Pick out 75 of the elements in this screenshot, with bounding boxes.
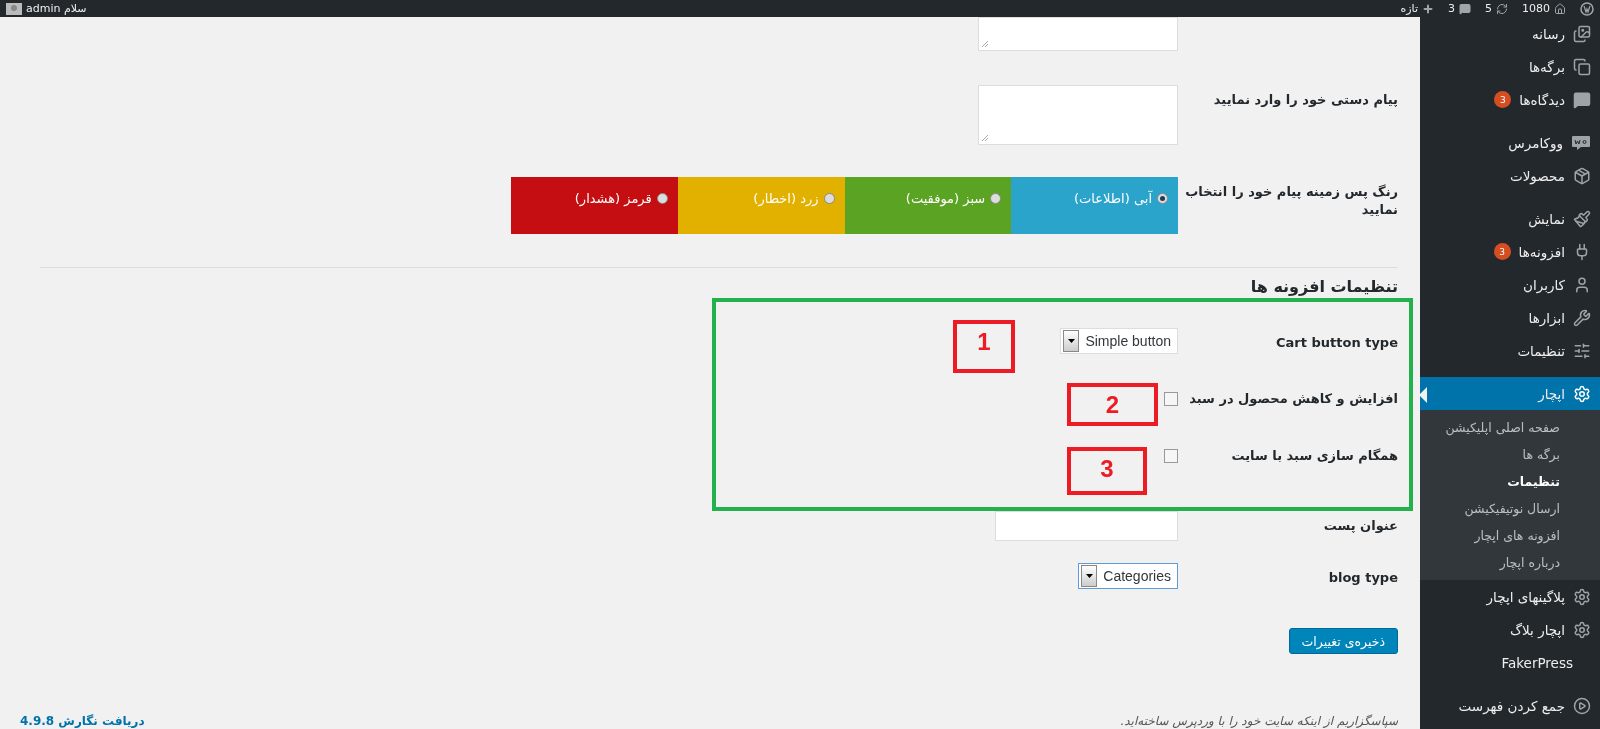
woo-bubble-icon	[1571, 134, 1591, 151]
pages-icon	[1573, 57, 1591, 76]
sliders-icon	[1573, 341, 1591, 360]
save-button[interactable]: ذخیره‌ی تغییرات	[1288, 628, 1398, 655]
count-badge: 3	[1494, 91, 1512, 108]
site-link[interactable]: 1080	[1522, 2, 1566, 15]
submenu-item[interactable]: افزونه های اپچار	[1420, 522, 1600, 549]
menu-item[interactable]: پلاگینهای اپچار	[1420, 580, 1600, 613]
speech-bubble-icon	[1573, 90, 1591, 109]
new-link[interactable]: تازه	[1400, 2, 1434, 15]
field-label: عنوان پست	[1322, 517, 1398, 536]
menu-item[interactable]: ووکامرس	[1420, 126, 1600, 159]
submenu-item[interactable]: ارسال نوتیفیکیشن	[1420, 495, 1600, 522]
submenu-item[interactable]: درباره اپچار	[1420, 549, 1600, 576]
field-label: رنگ پس زمینه پیام خود را انتخاب نمایید	[1184, 183, 1398, 220]
blog-type-select[interactable]: Categories	[1078, 563, 1178, 590]
play-circle-icon	[1573, 696, 1591, 715]
field-label: پیام دستی خود را وارد نمایید	[1212, 91, 1398, 110]
textarea-field[interactable]	[978, 17, 1178, 51]
submenu-item[interactable]: صفحه اصلی اپلیکیشن	[1420, 414, 1600, 441]
refresh-icon	[1496, 2, 1508, 15]
field-label: Cart button type	[1275, 334, 1398, 352]
menu-item[interactable]: کاربران	[1420, 268, 1600, 301]
field-label: افزایش و کاهش محصول در سبد	[1188, 390, 1398, 408]
post-title-field[interactable]	[995, 511, 1178, 542]
message-textarea[interactable]	[978, 85, 1178, 145]
paintbrush-icon	[1573, 209, 1591, 228]
count-badge: 3	[1493, 243, 1511, 260]
field-label: blog type	[1327, 569, 1398, 588]
settings-icon	[1573, 587, 1591, 606]
menu-item[interactable]: اپچار	[1420, 377, 1600, 410]
field-label: همگام سازی سبد با سایت	[1230, 447, 1398, 466]
resize-grip-icon	[982, 41, 988, 47]
box-icon	[1573, 166, 1591, 185]
radio-button[interactable]	[656, 193, 668, 204]
menu-item[interactable]: FakerPress	[1420, 646, 1600, 679]
submenu-item[interactable]: تنظیمات	[1420, 468, 1600, 495]
caret-icon	[1081, 565, 1098, 588]
caret-icon	[1063, 330, 1080, 352]
plus-icon	[1422, 2, 1434, 15]
submenu-item[interactable]: برگه ها	[1420, 441, 1600, 468]
annotation-marker: 1	[953, 320, 1015, 373]
radio-button[interactable]	[823, 193, 835, 204]
user-icon	[1573, 275, 1591, 294]
checkbox[interactable]	[1164, 449, 1178, 464]
home-icon	[1554, 2, 1566, 15]
menu-item[interactable]: ابزارها	[1420, 301, 1600, 334]
version-link[interactable]: دریافت نگارش 4.9.8	[20, 714, 145, 728]
avatar-icon	[6, 2, 22, 15]
footer-text: سپاسگزاریم از اینکه سایت خود را با وردپرس ساخته‌اید.	[1120, 714, 1398, 728]
comments-link[interactable]: 3	[1448, 2, 1471, 15]
radio-button[interactable]	[990, 193, 1002, 204]
account-link[interactable]: سلام admin	[6, 2, 87, 15]
annotation-marker: 3	[1067, 447, 1147, 495]
section-heading: تنظیمات افزونه ها	[1249, 277, 1398, 296]
annotation-marker: 2	[1067, 383, 1158, 426]
menu-item[interactable]: محصولات	[1420, 159, 1600, 192]
cart-type-select[interactable]: Simple button	[1060, 328, 1178, 354]
wrench-icon	[1573, 308, 1591, 327]
resize-grip-icon	[982, 135, 988, 141]
color-option[interactable]: قرمز (هشدار)	[511, 177, 678, 234]
settings-icon	[1573, 620, 1591, 639]
speech-bubble-icon	[1459, 2, 1471, 15]
wordpress-logo-icon[interactable]	[1580, 1, 1594, 16]
checkbox[interactable]	[1164, 392, 1178, 406]
menu-item[interactable]: برگه‌ها	[1420, 50, 1600, 83]
menu-item[interactable]: نمایش	[1420, 202, 1600, 235]
settings-icon	[1573, 384, 1591, 403]
menu-item[interactable]: رسانه	[1420, 17, 1600, 50]
collapse-menu-button[interactable]: جمع کردن فهرست	[1420, 689, 1600, 722]
menu-item[interactable]: اپچار بلاگ	[1420, 613, 1600, 646]
media-icon	[1573, 24, 1591, 43]
menu-item[interactable]: تنظیمات	[1420, 334, 1600, 367]
updates-link[interactable]: 5	[1485, 2, 1508, 15]
radio-button[interactable]	[1157, 193, 1168, 204]
